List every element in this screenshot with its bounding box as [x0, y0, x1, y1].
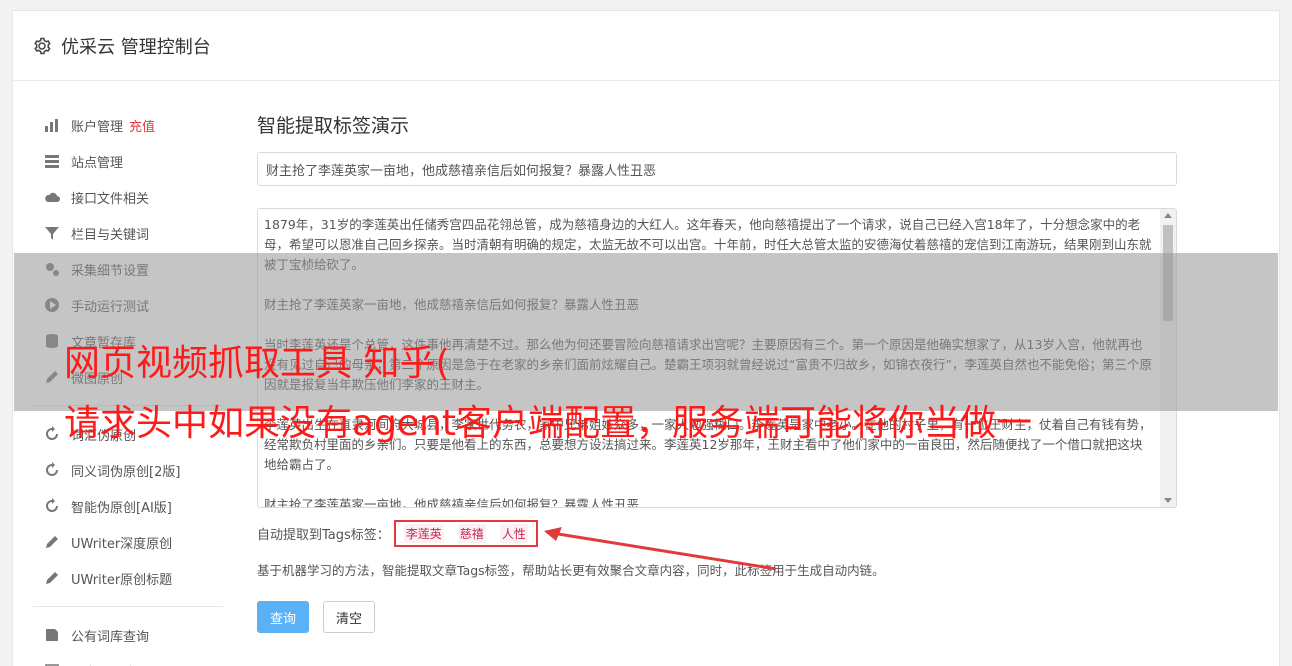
sidebar-item-b-2[interactable]: 智能伪原创[AI版] — [33, 488, 223, 524]
sidebar-item-label: 站点管理 — [71, 155, 124, 171]
sidebar-item-label: 正文识别演示 — [71, 662, 149, 666]
tag-item: 人性 — [499, 523, 528, 543]
recharge-link[interactable]: 充值 — [129, 116, 155, 135]
sidebar-item-b-3[interactable]: UWriter深度原创 — [33, 524, 223, 560]
filter-icon — [43, 225, 61, 241]
sidebar-item-a-1[interactable]: 站点管理 — [33, 143, 223, 179]
refresh-icon — [43, 498, 61, 514]
refresh-icon — [43, 462, 61, 478]
sidebar-item-c-1[interactable]: 正文识别演示 — [33, 653, 223, 666]
sidebar-item-label: 接口文件相关 — [71, 191, 150, 207]
tag-item: 慈禧 — [457, 523, 486, 543]
overlay-text-line1: 网页视频抓取工具 知乎( — [64, 343, 450, 384]
cloud-upload-icon — [43, 189, 61, 205]
tag-item: 李莲英 — [403, 523, 444, 543]
gear-icon — [34, 37, 51, 54]
sidebar-item-label: 公有词库查询 — [71, 629, 150, 645]
page-title: 优采云 管理控制台 — [61, 36, 211, 58]
tags-box: 李莲英 慈禧 人性 — [393, 519, 538, 547]
scroll-up-icon[interactable] — [1164, 213, 1172, 218]
bar-chart-icon — [43, 117, 61, 133]
sidebar-item-a-3[interactable]: 栏目与关键词 — [33, 215, 223, 251]
tags-label: 自动提取到Tags标签： — [257, 527, 390, 543]
refresh-icon — [43, 426, 61, 442]
server-icon — [43, 153, 61, 169]
header: 优采云 管理控制台 — [13, 11, 1279, 81]
sidebar-item-label: UWriter深度原创 — [71, 536, 173, 552]
sidebar-item-label: 同义词伪原创[2版] — [71, 464, 181, 480]
edit-icon — [43, 534, 61, 550]
section-heading: 智能提取标签演示 — [257, 115, 410, 137]
overlay-text-line2: 请求头中如果没有agent客户端配置，服务端可能将你当做一 — [64, 403, 1032, 444]
sidebar-item-a-0[interactable]: 账户管理 充值 — [33, 107, 223, 143]
watermark-overlay — [14, 253, 1278, 411]
sidebar-item-b-4[interactable]: UWriter原创标题 — [33, 560, 223, 596]
title-input[interactable] — [257, 152, 1177, 186]
red-arrow-icon — [544, 527, 777, 571]
query-button[interactable]: 查询 — [257, 601, 310, 633]
sidebar-item-b-1[interactable]: 同义词伪原创[2版] — [33, 452, 223, 488]
clear-button[interactable]: 清空 — [323, 601, 376, 633]
sidebar-item-a-2[interactable]: 接口文件相关 — [33, 179, 223, 215]
sidebar-item-label: UWriter原创标题 — [71, 572, 173, 588]
sidebar-divider — [33, 606, 223, 607]
sidebar-item-label: 账户管理 — [71, 119, 124, 135]
sidebar-item-label: 智能伪原创[AI版] — [71, 500, 172, 516]
book-icon — [43, 627, 61, 643]
sidebar-item-c-0[interactable]: 公有词库查询 — [33, 617, 223, 653]
scroll-down-icon[interactable] — [1164, 498, 1172, 503]
sidebar-item-label: 栏目与关键词 — [71, 227, 150, 243]
edit-icon — [43, 570, 61, 586]
button-group: 查询 清空 — [257, 601, 1177, 633]
content-paragraph: 财主抢了李莲英家一亩地，他成慈禧亲信后如何报复？暴露人性丑恶 — [264, 497, 640, 507]
